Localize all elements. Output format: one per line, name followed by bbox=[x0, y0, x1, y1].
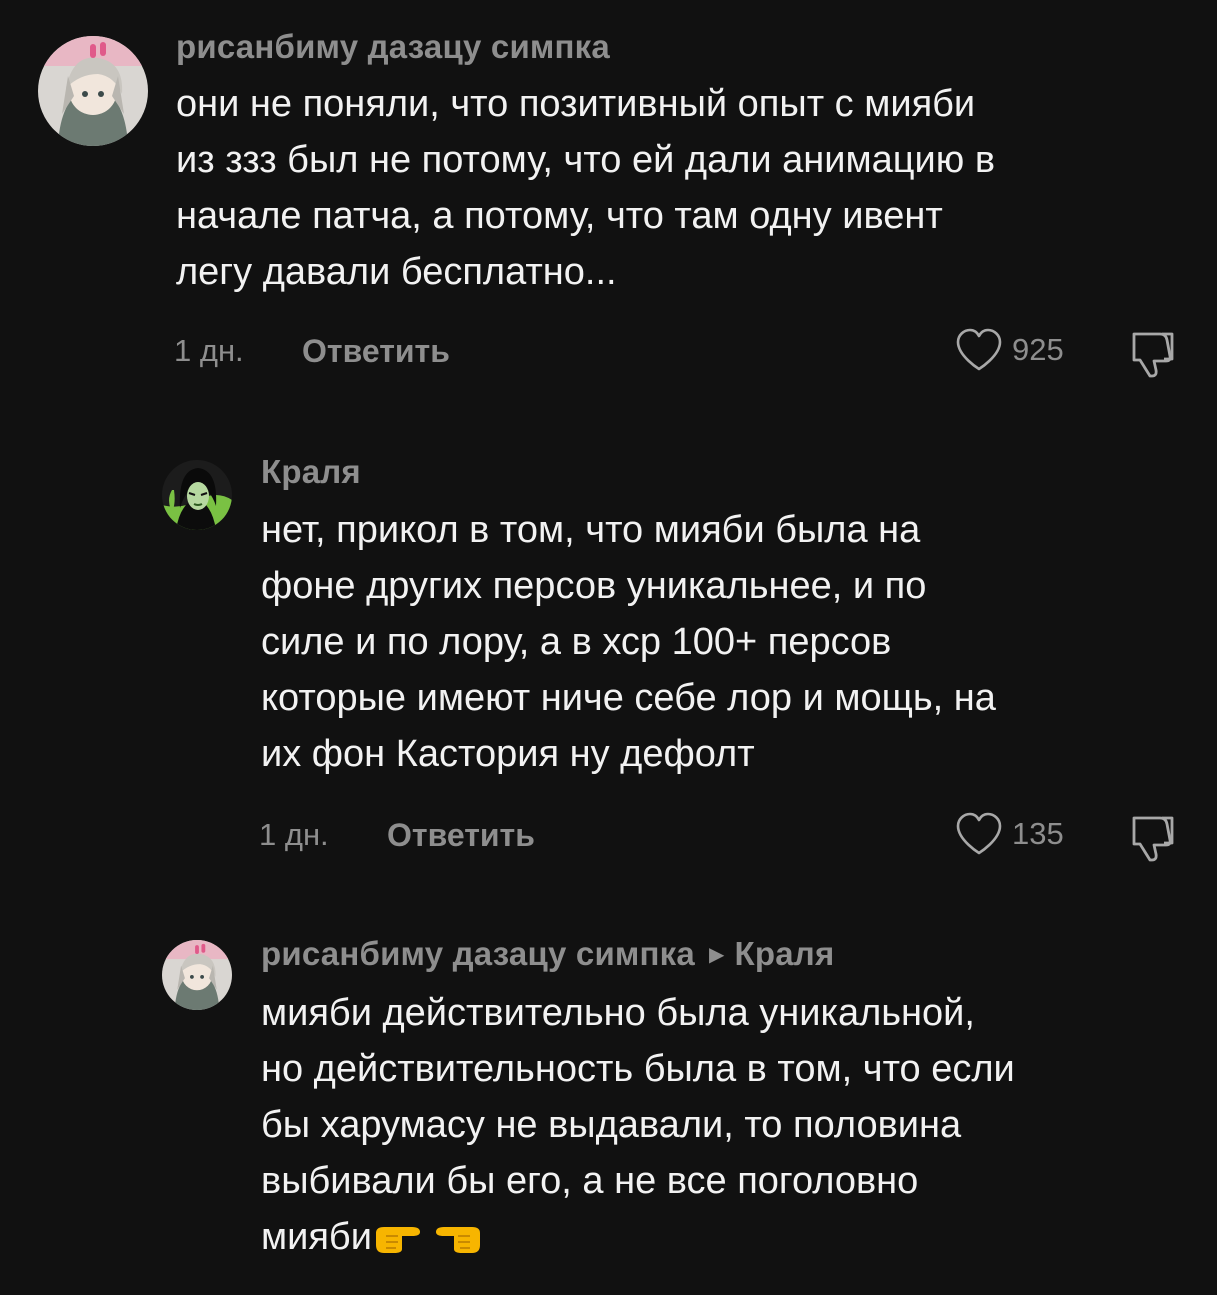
like-button[interactable]: 925 bbox=[954, 327, 1064, 373]
comment: рисанбиму дазацу симпка они не поняли, ч… bbox=[0, 0, 1217, 420]
avatar[interactable] bbox=[38, 36, 148, 146]
comment-line: силе и по лору, а в хср 100+ персов bbox=[261, 621, 892, 663]
comment: рисанбиму дазацу симпка ▶ Краля мияби дейс… bbox=[0, 900, 1217, 1295]
comment-line: мияби bbox=[261, 1209, 1015, 1265]
heart-icon bbox=[956, 812, 1002, 855]
comment-line: из ззз был не потому, что ей дали анимац… bbox=[176, 139, 996, 181]
reply-arrow-icon: ▶ bbox=[708, 944, 725, 966]
comment-author[interactable]: Краля bbox=[261, 453, 361, 491]
reply-button[interactable]: Ответить bbox=[302, 333, 450, 370]
dislike-icon[interactable] bbox=[1126, 326, 1180, 380]
dislike-icon[interactable] bbox=[1126, 810, 1180, 864]
comment-author[interactable]: рисанбиму дазацу симпка bbox=[176, 28, 610, 66]
comment-line: их фон Кастория ну дефолт bbox=[261, 733, 755, 775]
comment-line: бы харумасу не выдавали, то половина bbox=[261, 1104, 962, 1146]
comment-line: легу давали бесплатно... bbox=[176, 251, 617, 293]
reply-to-name[interactable]: Краля bbox=[735, 935, 835, 972]
like-count: 925 bbox=[1012, 332, 1064, 367]
backhand-index-pointing-right-icon bbox=[375, 1227, 420, 1253]
comment: Краля нет, прикол в том, что мияби была … bbox=[0, 420, 1217, 900]
anime-avatar-icon bbox=[162, 940, 232, 1010]
anime-avatar-icon bbox=[38, 36, 148, 146]
comment-line: фоне других персов уникальнее, и по bbox=[261, 565, 927, 607]
comment-line: выбивали бы его, а не все поголовно bbox=[261, 1160, 919, 1202]
comment-text: мияби действительно была уникальной, но … bbox=[261, 985, 1015, 1265]
comment-text: они не поняли, что позитивный опыт с мия… bbox=[176, 76, 995, 300]
shego-avatar-icon bbox=[162, 460, 232, 530]
comment-line: нет, прикол в том, что мияби была на bbox=[261, 509, 921, 551]
comment-time: 1 дн. bbox=[174, 333, 244, 368]
comment-line: они не поняли, что позитивный опыт с мия… bbox=[176, 83, 976, 125]
comment-line: но действительность была в том, что если bbox=[261, 1048, 1015, 1090]
comment-line: которые имеют ниче себе лор и мощь, на bbox=[261, 677, 996, 719]
avatar[interactable] bbox=[162, 460, 232, 530]
heart-icon bbox=[956, 328, 1002, 371]
comment-time: 1 дн. bbox=[259, 817, 329, 852]
comment-line: мияби действительно была уникальной, bbox=[261, 992, 975, 1034]
comment-author[interactable]: рисанбиму дазацу симпка ▶ Краля bbox=[261, 935, 834, 973]
comment-line-text: мияби bbox=[261, 1216, 372, 1258]
reply-button[interactable]: Ответить bbox=[387, 817, 535, 854]
comment-line: начале патча, а потому, что там одну иве… bbox=[176, 195, 943, 237]
avatar[interactable] bbox=[162, 940, 232, 1010]
comment-text: нет, прикол в том, что мияби была на фон… bbox=[261, 502, 996, 782]
like-button[interactable]: 135 bbox=[954, 811, 1064, 857]
author-name[interactable]: рисанбиму дазацу симпка bbox=[261, 935, 695, 972]
backhand-index-pointing-left-icon bbox=[435, 1227, 480, 1253]
like-count: 135 bbox=[1012, 816, 1064, 851]
